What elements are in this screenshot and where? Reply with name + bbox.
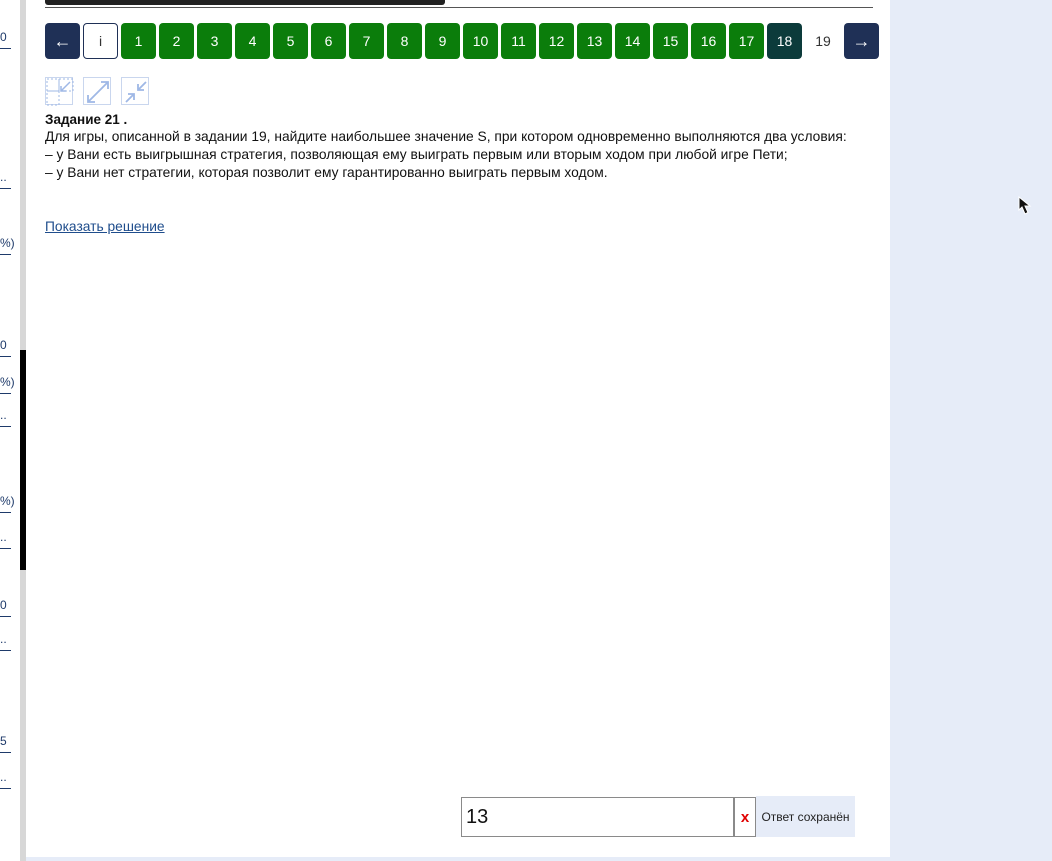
page-button[interactable]: 11 [501, 23, 536, 59]
page-button[interactable]: 13 [577, 23, 612, 59]
page-buttons: 1 2 3 4 5 6 7 8 9 10 11 12 13 14 15 16 17 [121, 23, 764, 59]
sidebar-fragment-rule [0, 356, 11, 357]
view-size-controls [45, 77, 149, 106]
sidebar-fragment-rule [0, 616, 11, 617]
page-button[interactable]: 3 [197, 23, 232, 59]
page-button[interactable]: 15 [653, 23, 688, 59]
sidebar-fragment-text: .. [0, 530, 7, 544]
task-title: Задание 21 . [45, 112, 128, 127]
sidebar-fragment-text: .. [0, 770, 7, 784]
answer-input[interactable] [461, 797, 734, 837]
sidebar-fragment-rule [0, 393, 11, 394]
task-line-1: Для игры, описанной в задании 19, найдит… [45, 129, 847, 144]
info-button[interactable]: i [83, 23, 118, 59]
sidebar-fragment-rule [0, 650, 11, 651]
page-button[interactable]: 16 [691, 23, 726, 59]
prev-task-button[interactable]: ← [45, 23, 80, 59]
answer-saved-status: Ответ сохранён [756, 796, 855, 837]
main-bottom-edge [26, 857, 890, 861]
page-button[interactable]: 12 [539, 23, 574, 59]
sidebar-fragment-text: %) [0, 494, 15, 508]
task-line-3: – у Вани нет стратегии, которая позволит… [45, 165, 608, 180]
sidebar-fragment-text: 0 [0, 598, 7, 612]
sidebar-fragment-text: .. [0, 170, 7, 184]
sidebar-fragment-rule [0, 788, 11, 789]
page-button[interactable]: 17 [729, 23, 764, 59]
sidebar-fragment-text: 0 [0, 30, 7, 44]
sidebar-fragment-rule [0, 426, 11, 427]
page-button[interactable]: 10 [463, 23, 498, 59]
sidebar-fragment-text: %) [0, 236, 15, 250]
sidebar-fragment-text: %) [0, 375, 15, 389]
page-button[interactable]: 9 [425, 23, 460, 59]
task-pager: ← i 1 2 3 4 5 6 7 8 9 10 11 12 13 14 15 16 17 18 19 → [45, 23, 879, 59]
sidebar-fragment-text: .. [0, 632, 7, 646]
clear-answer-button[interactable]: x [734, 797, 756, 837]
show-solution-link[interactable]: Показать решение [45, 219, 165, 234]
page-button[interactable]: 14 [615, 23, 650, 59]
sidebar-fragment-text: 0 [0, 338, 7, 352]
page-button-active[interactable]: 18 [767, 23, 802, 59]
sidebar-fragment-rule [0, 48, 11, 49]
sidebar-fragment-rule [0, 512, 11, 513]
sidebar-fragment-text: 5 [0, 734, 7, 748]
page-button[interactable]: 1 [121, 23, 156, 59]
task-line-2: – у Вани есть выигрышная стратегия, позв… [45, 147, 788, 162]
clipped-heading [45, 0, 445, 6]
page-button[interactable]: 5 [273, 23, 308, 59]
sidebar-fragment-rule [0, 188, 11, 189]
sidebar-strip [0, 0, 20, 861]
sidebar-fragment-rule [0, 548, 11, 549]
sidebar-fragment-rule [0, 254, 11, 255]
mouse-cursor-icon [1018, 195, 1032, 221]
collapse-view-icon[interactable] [121, 77, 149, 105]
sidebar-fragment-rule [0, 752, 11, 753]
page-button[interactable]: 2 [159, 23, 194, 59]
page-button[interactable]: 7 [349, 23, 384, 59]
page-button[interactable]: 6 [311, 23, 346, 59]
page-button[interactable]: 4 [235, 23, 270, 59]
heading-rule [45, 7, 873, 8]
page-button[interactable]: 8 [387, 23, 422, 59]
task-text: Для игры, описанной в задании 19, найдит… [45, 128, 865, 182]
next-task-button[interactable]: → [844, 23, 879, 59]
expand-view-icon[interactable] [83, 77, 111, 105]
page-current: 19 [815, 33, 831, 49]
shrink-view-icon[interactable] [45, 77, 74, 106]
sidebar-fragment-text: .. [0, 408, 7, 422]
